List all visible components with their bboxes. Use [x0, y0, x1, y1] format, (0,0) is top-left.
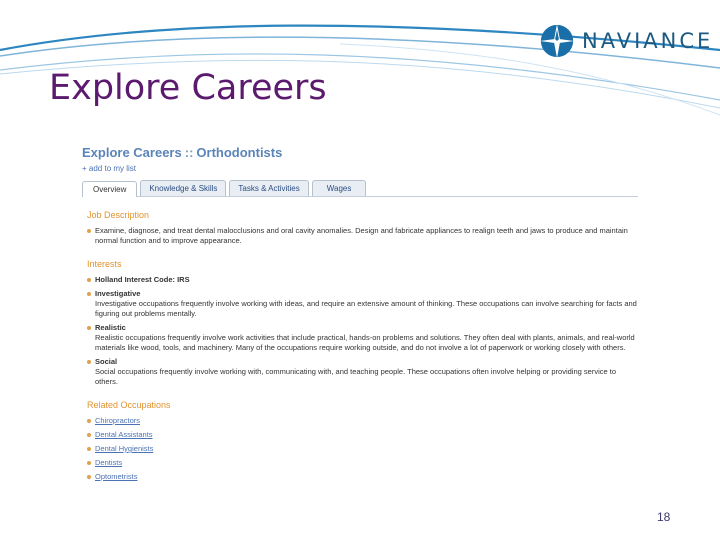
list-item: Investigative Investigative occupations …: [87, 289, 638, 319]
tab-tasks-activities[interactable]: Tasks & Activities: [229, 180, 309, 196]
bullet-icon: [87, 360, 91, 364]
list-item: Dentists: [87, 458, 638, 468]
related-occupations-heading: Related Occupations: [87, 400, 171, 410]
bullet-icon: [87, 292, 91, 296]
breadcrumb-root-link[interactable]: Explore Careers: [82, 145, 182, 160]
bullet-icon: [87, 326, 91, 330]
list-item: Chiropractors: [87, 416, 638, 426]
career-page-screenshot: Explore Careers:: Orthodontists + add to …: [82, 145, 638, 486]
header-swoosh-graphic: [0, 24, 720, 116]
tab-knowledge-skills[interactable]: Knowledge & Skills: [140, 180, 227, 196]
interests-heading: Interests: [87, 259, 122, 269]
naviance-logo: NAVIANCE: [538, 22, 713, 60]
breadcrumb-current: Orthodontists: [196, 145, 283, 160]
list-item: Examine, diagnose, and treat dental malo…: [87, 226, 638, 246]
list-item: Realistic Realistic occupations frequent…: [87, 323, 638, 353]
related-link-optometrists[interactable]: Optometrists: [95, 472, 138, 481]
tab-overview[interactable]: Overview: [82, 181, 138, 197]
logo-text: NAVIANCE: [582, 29, 714, 53]
slide-title: Explore Careers: [49, 68, 327, 108]
interest-title: Social: [95, 357, 118, 366]
related-occupations-list: Chiropractors Dental Assistants Dental H…: [82, 416, 638, 482]
job-description-text: Examine, diagnose, and treat dental malo…: [95, 226, 628, 245]
list-item: Optometrists: [87, 472, 638, 482]
breadcrumb-separator: ::: [184, 145, 194, 160]
interests-list: Holland Interest Code: IRS Investigative…: [82, 275, 638, 387]
bullet-icon: [87, 447, 91, 451]
page-number: 18: [657, 510, 671, 524]
related-link-dental-assistants[interactable]: Dental Assistants: [95, 430, 153, 439]
bullet-icon: [87, 278, 91, 282]
related-link-chiropractors[interactable]: Chiropractors: [95, 416, 140, 425]
bullet-icon: [87, 229, 91, 233]
list-item: Holland Interest Code: IRS: [87, 275, 638, 285]
interest-title: Realistic: [95, 323, 126, 332]
tab-bar: Overview Knowledge & Skills Tasks & Acti…: [82, 180, 638, 197]
list-item: Social Social occupations frequently inv…: [87, 357, 638, 387]
list-item: Dental Assistants: [87, 430, 638, 440]
job-description-list: Examine, diagnose, and treat dental malo…: [82, 226, 638, 246]
interest-text: Social occupations frequently involve wo…: [95, 367, 616, 386]
holland-code: Holland Interest Code: IRS: [95, 275, 190, 284]
bullet-icon: [87, 461, 91, 465]
related-link-dental-hygienists[interactable]: Dental Hygienists: [95, 444, 153, 453]
breadcrumb: Explore Careers:: Orthodontists: [82, 145, 638, 160]
naviance-compass-icon: [539, 23, 575, 59]
list-item: Dental Hygienists: [87, 444, 638, 454]
job-description-heading: Job Description: [87, 210, 150, 220]
interest-title: Investigative: [95, 289, 141, 298]
interest-text: Realistic occupations frequently involve…: [95, 333, 635, 352]
bullet-icon: [87, 419, 91, 423]
bullet-icon: [87, 433, 91, 437]
related-link-dentists[interactable]: Dentists: [95, 458, 122, 467]
tab-wages[interactable]: Wages: [311, 180, 367, 196]
interest-text: Investigative occupations frequently inv…: [95, 299, 637, 318]
add-to-list-link[interactable]: + add to my list: [82, 164, 638, 173]
bullet-icon: [87, 475, 91, 479]
